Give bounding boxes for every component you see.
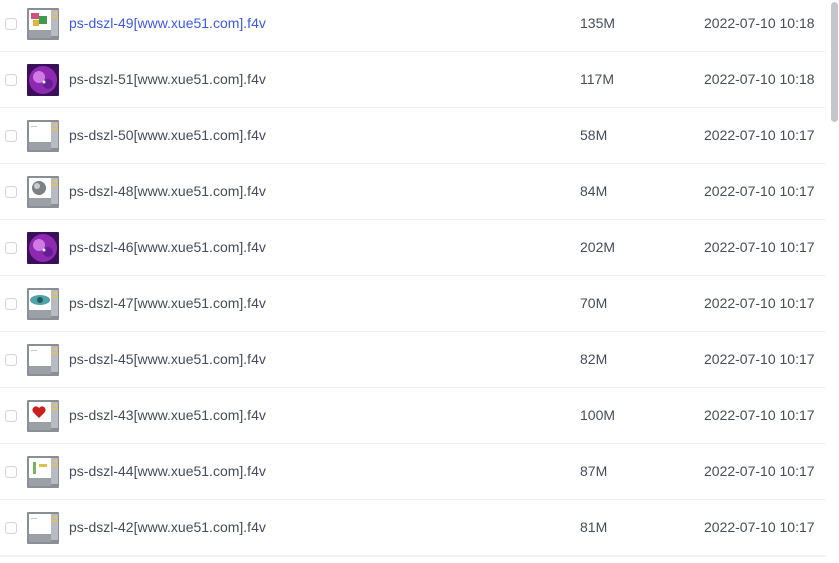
row-checkbox[interactable]: [5, 18, 17, 30]
file-size: 70M: [580, 295, 608, 311]
file-modified-date: 2022-07-10 10:17: [704, 239, 815, 255]
scrollbar-thumb[interactable]: [831, 2, 838, 122]
file-name-link[interactable]: ps-dszl-44[www.xue51.com].f4v: [69, 463, 266, 479]
file-size: 135M: [580, 15, 616, 31]
row-checkbox[interactable]: [5, 410, 17, 422]
file-name-link[interactable]: ps-dszl-46[www.xue51.com].f4v: [69, 239, 266, 255]
row-checkbox[interactable]: [5, 466, 17, 478]
file-row[interactable]: ps-dszl-43[www.xue51.com].f4v 100M 2022-07…: [0, 388, 826, 444]
screen-thumb-eye-icon[interactable]: [27, 288, 59, 320]
file-row[interactable]: ps-dszl-50[www.xue51.com].f4v 58M 2022-07-…: [0, 108, 826, 164]
screen-thumb-heart-icon[interactable]: [27, 400, 59, 432]
row-checkbox[interactable]: [5, 130, 17, 142]
file-modified-date: 2022-07-10 10:17: [704, 463, 815, 479]
scrollbar[interactable]: [830, 0, 839, 563]
file-name-link[interactable]: ps-dszl-51[www.xue51.com].f4v: [69, 71, 266, 87]
galaxy-purple-thumb-icon[interactable]: [27, 232, 59, 264]
file-size: 87M: [580, 463, 608, 479]
row-checkbox[interactable]: [5, 242, 17, 254]
galaxy-purple-thumb-icon[interactable]: [27, 64, 59, 96]
file-modified-date: 2022-07-10 10:17: [704, 127, 815, 143]
file-row[interactable]: ps-dszl-44[www.xue51.com].f4v 87M 2022-07-…: [0, 444, 826, 500]
file-name-link[interactable]: ps-dszl-48[www.xue51.com].f4v: [69, 183, 266, 199]
file-name-link[interactable]: ps-dszl-45[www.xue51.com].f4v: [69, 351, 266, 367]
file-size: 82M: [580, 351, 608, 367]
list-divider: [0, 556, 826, 557]
file-row[interactable]: ps-dszl-47[www.xue51.com].f4v 70M 2022-07-…: [0, 276, 826, 332]
file-row[interactable]: ps-dszl-49[www.xue51.com].f4v 135M 2022-07…: [0, 0, 826, 52]
screen-thumb-blank-icon[interactable]: [27, 344, 59, 376]
file-modified-date: 2022-07-10 10:17: [704, 519, 815, 535]
file-row[interactable]: ps-dszl-42[www.xue51.com].f4v 81M 2022-07-…: [0, 500, 826, 556]
file-name-link[interactable]: ps-dszl-42[www.xue51.com].f4v: [69, 519, 266, 535]
file-size: 100M: [580, 407, 616, 423]
file-row[interactable]: ps-dszl-48[www.xue51.com].f4v 84M 2022-07-…: [0, 164, 826, 220]
file-size: 81M: [580, 519, 608, 535]
row-checkbox[interactable]: [5, 522, 17, 534]
file-name-link[interactable]: ps-dszl-47[www.xue51.com].f4v: [69, 295, 266, 311]
file-list: ps-dszl-49[www.xue51.com].f4v 135M 2022-07…: [0, 0, 826, 556]
file-name-link[interactable]: ps-dszl-43[www.xue51.com].f4v: [69, 407, 266, 423]
file-modified-date: 2022-07-10 10:17: [704, 295, 815, 311]
row-checkbox[interactable]: [5, 74, 17, 86]
file-modified-date: 2022-07-10 10:18: [704, 71, 815, 87]
screen-thumb-blank-icon[interactable]: [27, 120, 59, 152]
row-checkbox[interactable]: [5, 298, 17, 310]
file-size: 84M: [580, 183, 608, 199]
file-modified-date: 2022-07-10 10:17: [704, 183, 815, 199]
screen-thumb-figure-icon[interactable]: [27, 456, 59, 488]
file-modified-date: 2022-07-10 10:17: [704, 407, 815, 423]
file-name-link[interactable]: ps-dszl-50[www.xue51.com].f4v: [69, 127, 266, 143]
file-modified-date: 2022-07-10 10:18: [704, 15, 815, 31]
file-row[interactable]: ps-dszl-46[www.xue51.com].f4v 202M 2022-07…: [0, 220, 826, 276]
row-checkbox[interactable]: [5, 186, 17, 198]
file-modified-date: 2022-07-10 10:17: [704, 351, 815, 367]
screen-thumb-blank-icon[interactable]: [27, 512, 59, 544]
row-checkbox[interactable]: [5, 354, 17, 366]
file-row[interactable]: ps-dszl-51[www.xue51.com].f4v 117M 2022-07…: [0, 52, 826, 108]
screen-thumb-sphere-icon[interactable]: [27, 176, 59, 208]
file-row[interactable]: ps-dszl-45[www.xue51.com].f4v 82M 2022-07-…: [0, 332, 826, 388]
file-name-link[interactable]: ps-dszl-49[www.xue51.com].f4v: [69, 15, 266, 31]
file-size: 58M: [580, 127, 608, 143]
file-size: 202M: [580, 239, 616, 255]
file-size: 117M: [580, 71, 614, 87]
screen-thumb-colorful-icon[interactable]: [27, 8, 59, 40]
